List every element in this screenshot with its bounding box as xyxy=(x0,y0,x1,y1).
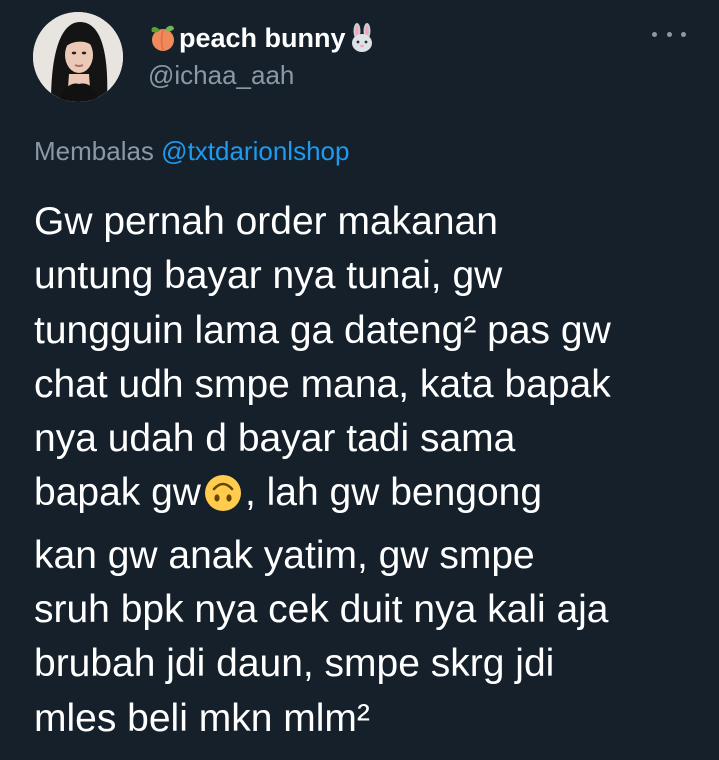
more-dot xyxy=(681,31,686,37)
rabbit-icon xyxy=(347,23,377,53)
display-name-text: peach bunny xyxy=(179,22,346,53)
tweet-text-line: mles beli mkn mlm² xyxy=(34,696,370,740)
tweet-text-line: nya udah d bayar tadi sama xyxy=(34,417,516,461)
more-dot xyxy=(652,31,657,37)
display-name[interactable]: peach bunny xyxy=(148,18,377,58)
tweet-text: Gw pernah order makanan untung bayar nya… xyxy=(34,195,714,746)
reply-context: Membalas @txtdarionlshop xyxy=(34,136,349,167)
tweet-text-segment: , lah gw bengong xyxy=(244,471,543,515)
tweet-text-line: sruh bpk nya cek duit nya kali aja xyxy=(34,588,609,632)
user-handle[interactable]: @ichaa_aah xyxy=(148,60,294,91)
tweet-text-line: untung bayar nya tunai, gw xyxy=(34,254,503,298)
tweet-text-line-with-emoji: bapak gw , lah gw bengong xyxy=(34,466,714,528)
peach-icon xyxy=(148,23,178,53)
tweet-text-line: tungguin lama ga dateng² pas gw xyxy=(34,308,611,352)
upside-down-face-icon xyxy=(203,473,243,528)
avatar[interactable] xyxy=(33,12,123,102)
reply-mention-link[interactable]: @txtdarionlshop xyxy=(161,136,349,166)
reply-label: Membalas xyxy=(34,136,154,166)
tweet-text-line: brubah jdi daun, smpe skrg jdi xyxy=(34,642,555,686)
more-dot xyxy=(666,31,672,37)
tweet-text-line: Gw pernah order makanan xyxy=(34,200,498,243)
more-horizontal-icon[interactable] xyxy=(652,24,686,44)
tweet-text-line: kan gw anak yatim, gw smpe xyxy=(34,533,535,577)
tweet-text-segment: bapak gw xyxy=(34,471,201,515)
tweet-text-line: chat udh smpe mana, kata bapak xyxy=(34,362,611,406)
avatar-photo xyxy=(33,12,123,102)
